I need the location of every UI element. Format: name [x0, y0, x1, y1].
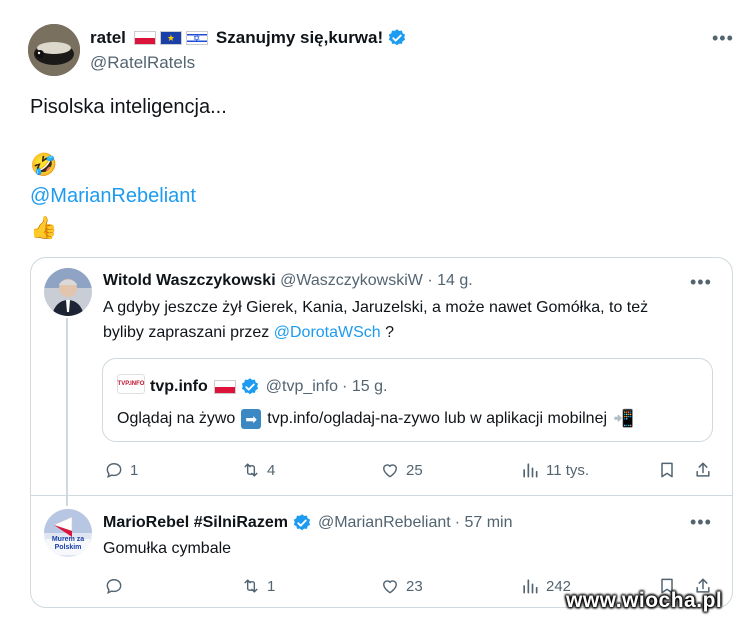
arrow-glyph: ➡ — [245, 411, 258, 427]
israel-flag-icon — [185, 31, 208, 45]
mariorebel-avatar[interactable]: Murem za Polskim — [44, 509, 92, 557]
views-chart-icon — [523, 463, 538, 478]
post2-reply-button[interactable] — [104, 576, 130, 596]
post2-handle: @MarianRebeliant — [317, 514, 451, 531]
post1-reply-button[interactable]: 1 — [104, 460, 138, 480]
mobile-phone-arrow-icon: 📲 — [613, 409, 635, 428]
post2-header[interactable]: MarioRebel #SilniRazem @MarianRebeliant … — [103, 513, 513, 533]
poland-flag-icon — [133, 31, 156, 45]
author-display-name: ratel — [90, 28, 126, 47]
rofl-emoji-icon: 🤣 — [30, 152, 58, 177]
ratel-avatar[interactable] — [28, 24, 80, 76]
post2-like-count: 23 — [406, 577, 423, 595]
tweet-text-line: Pisolska inteligencja... — [30, 96, 227, 118]
heart-icon — [383, 580, 397, 594]
retweet-icon — [244, 463, 258, 477]
post1-text-suffix: ? — [385, 324, 395, 341]
verified-badge-icon[interactable] — [240, 377, 260, 397]
post1-share-button[interactable] — [693, 460, 713, 480]
author-handle[interactable]: @RatelRatels — [90, 53, 195, 73]
post1-retweet-button[interactable]: 4 — [241, 460, 275, 480]
post2-text: Gomułka cymbale — [103, 540, 232, 557]
post2-views-button[interactable]: 242 — [520, 576, 571, 596]
portrait-avatar-image — [44, 268, 92, 316]
tvp-text-suffix: tvp.info/ogladaj-na-zywo lub w aplikacji… — [267, 410, 608, 427]
main-tweet-author[interactable]: ratel Szanujmy się,kurwa! — [90, 26, 407, 50]
arrow-right-icon: ➡ — [241, 409, 262, 429]
poland-flag-icon — [213, 380, 236, 394]
post2-more-options-icon[interactable]: ••• — [690, 512, 712, 533]
tvp-handle: @tvp_info — [265, 378, 339, 395]
site-watermark: www.wiocha.pl — [566, 589, 723, 612]
views-chart-icon — [523, 579, 538, 594]
post1-like-count: 25 — [406, 461, 423, 479]
post1-handle: @WaszczykowskiW — [280, 272, 423, 289]
bookmark-icon — [661, 462, 673, 478]
verified-badge-icon[interactable] — [292, 513, 312, 533]
heart-icon — [383, 464, 397, 478]
verified-badge-icon[interactable] — [387, 28, 407, 48]
honey-badger-avatar-image — [28, 24, 80, 76]
thread-connector-line — [66, 318, 68, 506]
waszczykowski-avatar[interactable] — [44, 268, 92, 316]
post1-views-count: 11 tys. — [546, 461, 590, 479]
tvp-time: · 15 g. — [342, 378, 388, 395]
retweet-icon — [244, 579, 258, 593]
post1-text-prefix: byliby zapraszani przez — [103, 324, 270, 341]
post1-text-line1: A gdyby jeszcze żył Gierek, Kania, Jaruz… — [103, 299, 649, 316]
post1-like-button[interactable]: 25 — [380, 460, 423, 480]
avatar-caption: Murem za Polskim — [51, 536, 85, 551]
comment-icon — [106, 579, 122, 594]
post1-views-button[interactable]: 11 tys. — [520, 460, 589, 480]
post1-header[interactable]: Witold Waszczykowski @WaszczykowskiW · 1… — [103, 272, 473, 290]
tvp-quote-card[interactable] — [102, 358, 713, 442]
share-icon — [696, 462, 710, 477]
more-options-icon[interactable]: ••• — [712, 28, 734, 49]
post1-text-line2: byliby zapraszani przez @DorotaWSch ? — [103, 324, 394, 342]
post1-mention-link[interactable]: @DorotaWSch — [274, 324, 381, 341]
post2-retweet-button[interactable]: 1 — [241, 576, 275, 596]
post1-time[interactable]: · 14 g. — [427, 272, 472, 289]
tvp-display-name: tvp.info — [150, 378, 208, 395]
post1-more-options-icon[interactable]: ••• — [690, 272, 712, 293]
comment-icon — [106, 463, 122, 478]
tvp-text-prefix: Oglądaj na żywo — [117, 410, 236, 427]
post1-reply-count: 1 — [130, 461, 139, 479]
post2-time[interactable]: · 57 min — [455, 514, 513, 532]
tvp-header[interactable]: tvp.info @tvp_info · 15 g. — [150, 377, 387, 397]
post2-retweet-count: 1 — [267, 577, 276, 595]
mention-link[interactable]: @MarianRebeliant — [30, 185, 196, 208]
post1-retweet-count: 4 — [267, 461, 276, 479]
tvp-logo-text: TVP.INFO — [117, 381, 145, 387]
post2-display-name: MarioRebel #SilniRazem — [103, 514, 288, 531]
card-divider — [31, 495, 732, 496]
post2-like-button[interactable]: 23 — [380, 576, 423, 596]
post1-bookmark-button[interactable] — [657, 460, 677, 480]
eu-flag-icon — [159, 31, 182, 45]
post1-display-name: Witold Waszczykowski — [103, 272, 276, 289]
tvp-logo[interactable]: TVP.INFO — [117, 374, 145, 394]
thumbs-up-emoji-icon: 👍 — [30, 215, 58, 240]
author-name-suffix: Szanujmy się,kurwa! — [215, 28, 384, 47]
tvp-text: Oglądaj na żywo ➡ tvp.info/ogladaj-na-zy… — [117, 409, 634, 429]
